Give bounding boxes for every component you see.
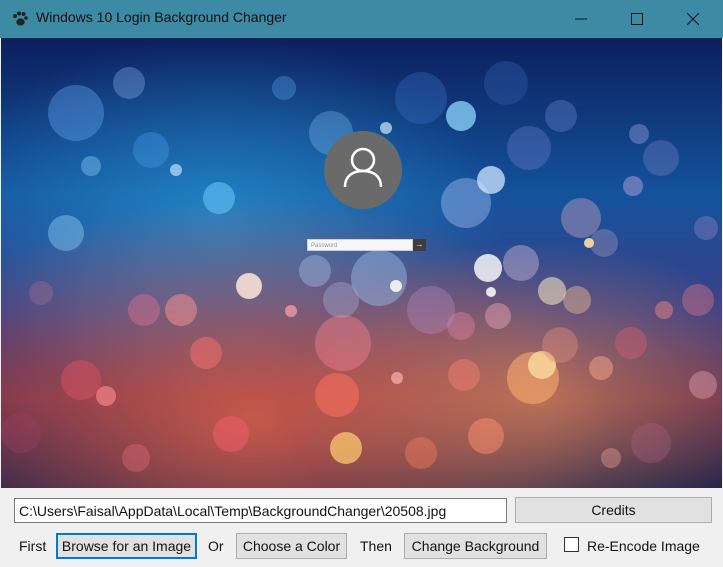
preview-arrow-icon: → [413, 239, 426, 251]
user-avatar [324, 131, 402, 209]
reencode-checkbox[interactable] [564, 537, 579, 552]
title-bar[interactable]: Windows 10 Login Background Changer [0, 0, 723, 38]
image-path-field[interactable] [14, 498, 507, 523]
or-label: Or [208, 538, 224, 554]
maximize-icon [631, 13, 643, 25]
credits-button[interactable]: Credits [515, 497, 712, 523]
close-icon [687, 13, 699, 25]
preview-password-field: Password [307, 239, 413, 251]
change-background-button[interactable]: Change Background [404, 533, 547, 559]
background-preview: Password → [1, 38, 722, 488]
reencode-label[interactable]: Re-Encode Image [587, 538, 700, 554]
choose-color-button[interactable]: Choose a Color [236, 533, 347, 559]
maximize-button[interactable] [609, 0, 665, 38]
minimize-icon [575, 18, 587, 20]
first-label: First [19, 538, 47, 554]
bokeh-background-image [1, 38, 722, 488]
minimize-button[interactable] [553, 0, 609, 38]
close-button[interactable] [665, 0, 721, 38]
browse-image-button[interactable]: Browse for an Image [56, 533, 197, 559]
window-title: Windows 10 Login Background Changer [36, 9, 287, 25]
user-icon [343, 147, 383, 188]
then-label: Then [360, 538, 392, 554]
paw-icon [13, 11, 28, 26]
